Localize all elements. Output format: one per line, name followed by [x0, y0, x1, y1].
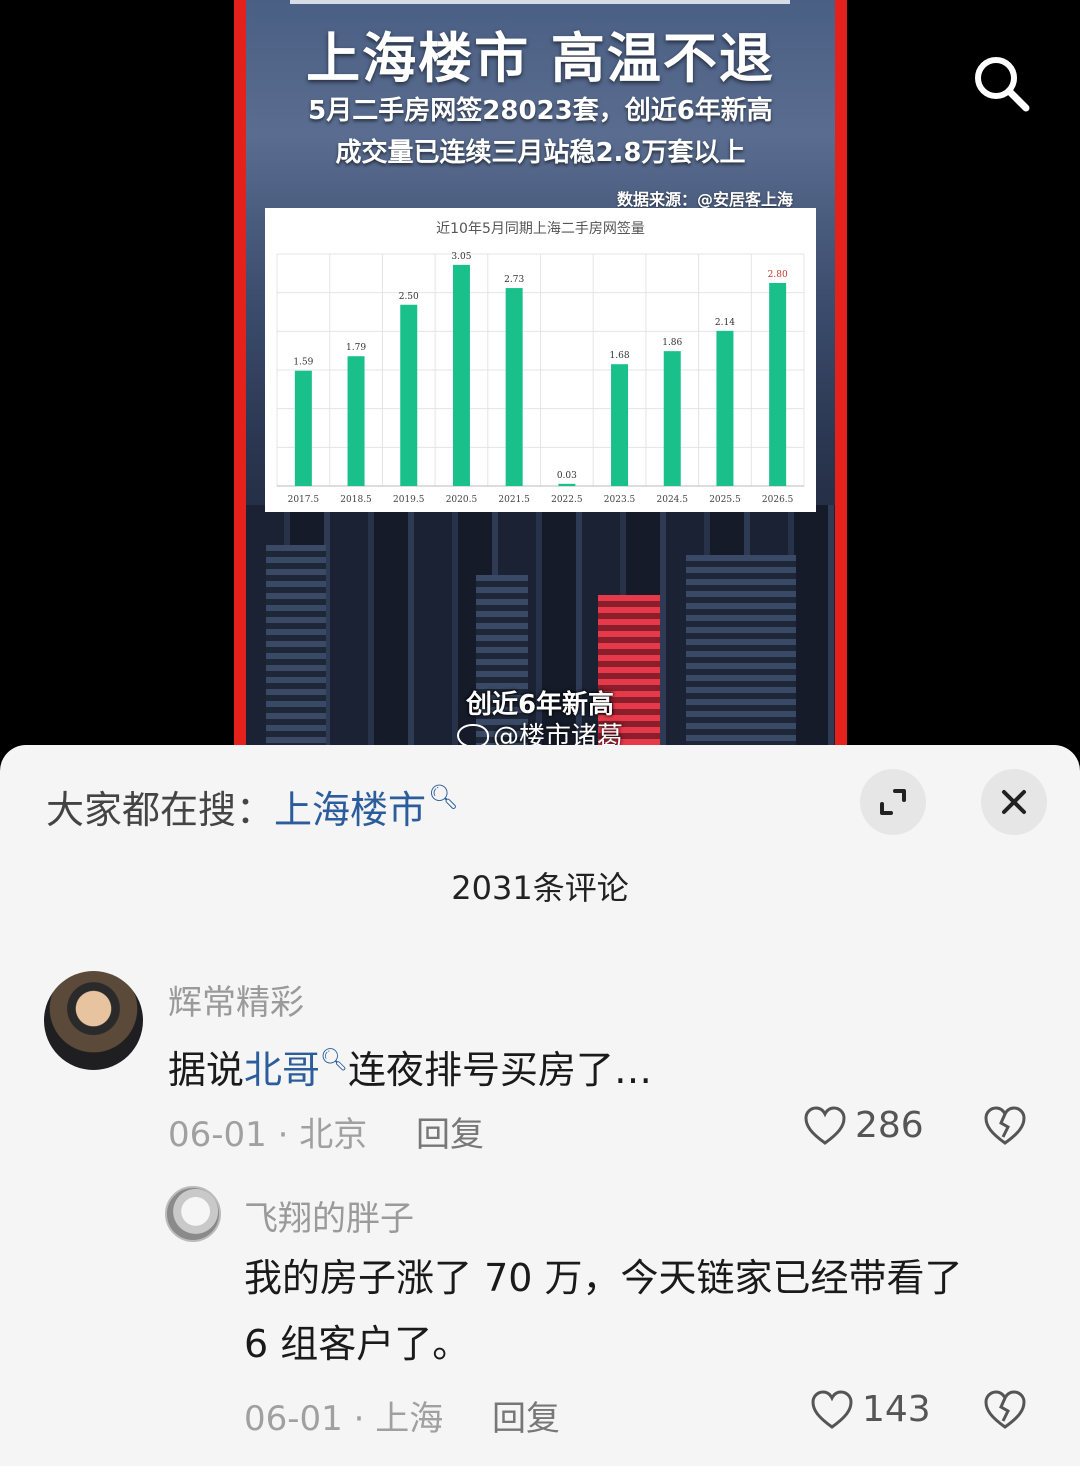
search-icon: 🔍︎ [320, 1048, 348, 1073]
reply-button[interactable]: 回复 [416, 1107, 484, 1156]
chart-x-tick-label: 2024.5 [657, 495, 689, 505]
chart-bar [611, 364, 629, 486]
chart-data-label: 3.05 [451, 252, 471, 262]
comment-text-line: 6 组客户了。 [244, 1322, 471, 1366]
chart-data-label: 1.79 [346, 343, 366, 353]
chart-data-label: 1.68 [610, 351, 630, 361]
comment-count: 2031条评论 [451, 869, 629, 907]
chart-x-tick-label: 2021.5 [498, 495, 530, 505]
like-button[interactable]: 143 [810, 1389, 931, 1430]
chart-data-label: 2.50 [399, 292, 419, 302]
chart-bar [663, 351, 681, 486]
chart-x-tick-label: 2022.5 [551, 495, 583, 505]
chart-bar [400, 304, 418, 486]
avatar[interactable] [165, 1186, 221, 1242]
chart-x-tick-label: 2026.5 [762, 495, 794, 505]
heart-icon [811, 1389, 853, 1429]
chart-x-tick-label: 2019.5 [393, 495, 425, 505]
search-button[interactable] [970, 52, 1032, 114]
like-button[interactable]: 286 [803, 1105, 924, 1146]
expand-button[interactable] [860, 769, 926, 835]
comment-location: 上海 [375, 1399, 444, 1439]
like-count: 143 [862, 1389, 931, 1430]
broken-heart-icon [984, 1106, 1026, 1145]
hot-search-keyword[interactable]: 上海楼市 [274, 788, 426, 832]
chart-data-label: 0.03 [557, 471, 577, 481]
chart-x-tick-label: 2017.5 [288, 495, 320, 505]
chart-data-label: 1.59 [293, 358, 313, 368]
chart-bar [452, 264, 470, 486]
search-icon: 🔍︎ [428, 783, 459, 811]
comment-date: 06-01 [168, 1115, 267, 1155]
avatar[interactable] [44, 971, 143, 1070]
search-icon [975, 57, 1030, 112]
chart-x-tick-label: 2020.5 [446, 495, 478, 505]
chart-data-label: 2.73 [504, 275, 524, 285]
comment-mention-link[interactable]: 北哥 [244, 1048, 320, 1092]
chart-bar [294, 370, 312, 486]
chart-title: 近10年5月同期上海二手房网签量 [436, 220, 645, 237]
video-poster: 上海楼市 高温不退 5月二手房网签28023套，创近6年新高 成交量已连续三月站… [234, 0, 847, 745]
dislike-button[interactable] [983, 1389, 1027, 1435]
poster-source: 数据来源：@安居客上海 [616, 190, 793, 209]
comment-username[interactable]: 飞翔的胖子 [244, 1191, 414, 1240]
poster-subtitle-2: 成交量已连续三月站稳2.8万套以上 [335, 138, 746, 168]
video-player[interactable]: 上海楼市 高温不退 5月二手房网签28023套，创近6年新高 成交量已连续三月站… [0, 0, 1080, 752]
heart-icon [804, 1105, 846, 1145]
bar-chart: 近10年5月同期上海二手房网签量 1.59 2017.5 1.79 2018.5 2.50… [265, 208, 816, 512]
dislike-button[interactable] [983, 1105, 1027, 1151]
hot-search-bar[interactable]: 大家都在搜：上海楼市🔍︎ [46, 779, 459, 834]
comment-text-part: 连夜排号买房了… [347, 1048, 652, 1092]
comment-date: 06-01 [244, 1399, 343, 1439]
broken-heart-icon [984, 1390, 1026, 1429]
comment-username[interactable]: 辉常精彩 [168, 975, 304, 1024]
comment-meta: 06-01 · 北京 [168, 1115, 368, 1155]
chart-bar [505, 288, 523, 486]
close-icon [1002, 790, 1026, 814]
comment-sheet: 大家都在搜：上海楼市🔍︎ 2031条评论 辉常精彩 据说北哥🔍︎连夜排号买房了…… [0, 745, 1080, 1466]
chart-x-tick-label: 2025.5 [709, 495, 741, 505]
chart-data-label: 2.80 [768, 270, 788, 280]
chart-x-tick-label: 2018.5 [340, 495, 372, 505]
comment-text-part: 据说 [168, 1048, 245, 1092]
chart-data-label: 1.86 [662, 338, 682, 348]
chart-x-tick-label: 2023.5 [604, 495, 636, 505]
bar-chart-svg: 近10年5月同期上海二手房网签量 1.59 2017.5 1.79 2018.5 2.50… [276, 220, 805, 505]
poster-top-bar [290, 0, 790, 4]
expand-icon [880, 789, 906, 815]
reply-button[interactable]: 回复 [492, 1391, 560, 1440]
poster-title: 上海楼市 高温不退 [306, 27, 775, 90]
close-button[interactable] [981, 769, 1047, 835]
like-count: 286 [855, 1105, 924, 1146]
poster-subtitle-1: 5月二手房网签28023套，创近6年新高 [308, 96, 773, 126]
comment-text: 我的房子涨了 70 万，今天链家已经带看了 6 组客户了。 [244, 1245, 963, 1377]
chart-bar [769, 283, 787, 486]
comment-meta: 06-01 · 上海 [244, 1399, 444, 1439]
comment-text-line: 我的房子涨了 70 万，今天链家已经带看了 [244, 1256, 963, 1300]
chart-bar [347, 356, 365, 486]
hot-search-prefix: 大家都在搜： [46, 788, 275, 832]
chart-bar [558, 483, 576, 486]
comment-location: 北京 [299, 1115, 368, 1155]
comment-text: 据说北哥🔍︎连夜排号买房了… [168, 1028, 652, 1103]
chart-data-label: 2.14 [715, 318, 735, 328]
chart-bar [716, 330, 734, 486]
